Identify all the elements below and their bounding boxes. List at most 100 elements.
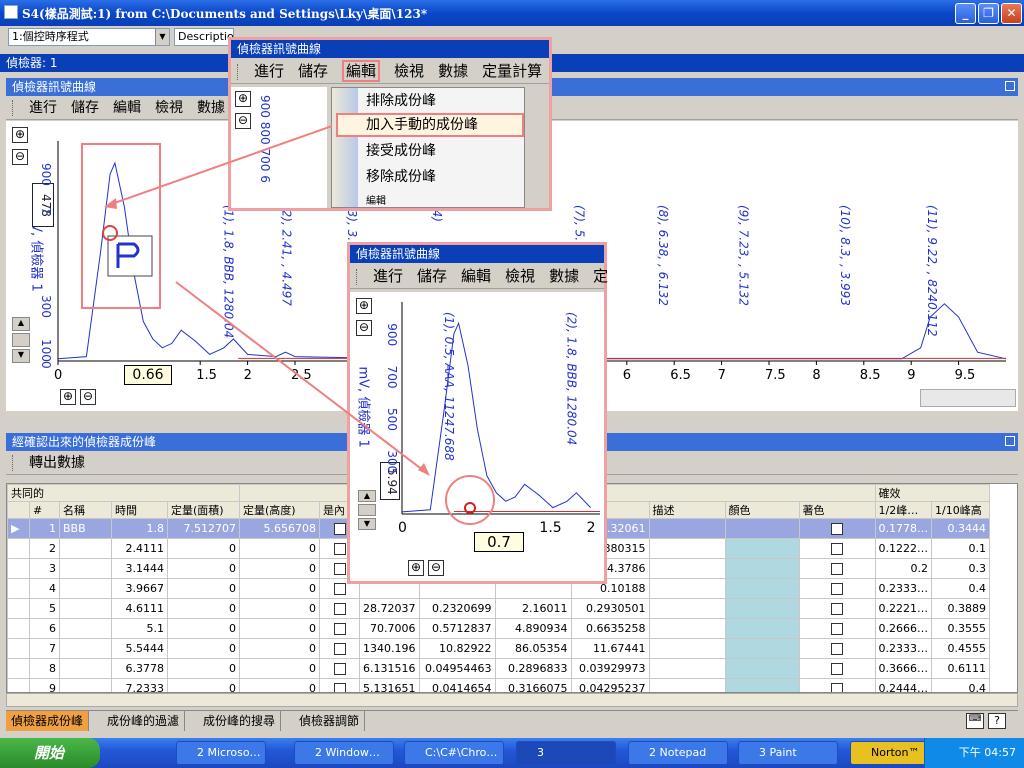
overlay1-menu-save[interactable]: 儲存 <box>298 62 328 80</box>
table-cell[interactable]: 0 <box>167 678 240 692</box>
colorize-checkbox[interactable] <box>831 543 843 555</box>
table-cell[interactable] <box>59 658 112 679</box>
table-cell[interactable]: 0.6635258 <box>570 618 650 639</box>
table-cell[interactable] <box>319 638 360 659</box>
overlay1-menu-quant[interactable]: 定量計算 <box>482 62 542 80</box>
table-cell[interactable]: 0.2896833 <box>494 658 572 679</box>
table-cell[interactable]: 4.6111 <box>111 598 168 619</box>
table-cell[interactable]: 0 <box>239 678 320 692</box>
table-cell[interactable]: 0.2 <box>874 558 932 579</box>
tab-peak-search[interactable]: 成份峰的搜尋 <box>198 711 282 731</box>
table-cell[interactable]: 0 <box>167 658 240 679</box>
table-cell[interactable]: 0 <box>167 638 240 659</box>
table-cell[interactable] <box>319 598 360 619</box>
internal-std-checkbox[interactable] <box>333 583 346 595</box>
table-cell[interactable] <box>319 618 360 639</box>
table-cell[interactable] <box>798 678 876 692</box>
internal-std-checkbox[interactable] <box>333 523 346 535</box>
internal-std-checkbox[interactable] <box>333 543 346 555</box>
table-cell[interactable]: 2 <box>29 538 60 559</box>
table-cell[interactable]: 2.4111 <box>111 538 168 559</box>
column-header[interactable]: 定量(高度) <box>239 501 320 519</box>
peaks-panel-maximize-icon[interactable] <box>1005 436 1015 446</box>
table-cell[interactable]: 0 <box>167 598 240 619</box>
table-cell[interactable]: 5 <box>29 598 60 619</box>
table-cell[interactable]: 86.05354 <box>494 638 572 659</box>
table-cell[interactable] <box>724 678 800 692</box>
table-cell[interactable] <box>648 598 726 619</box>
column-header[interactable]: 時間 <box>111 501 168 519</box>
table-cell[interactable] <box>724 558 800 579</box>
colorize-checkbox[interactable] <box>831 603 843 615</box>
colorize-checkbox[interactable] <box>831 583 843 595</box>
table-cell[interactable]: 6 <box>29 618 60 639</box>
overlay1-menu-run[interactable]: 進行 <box>254 62 284 80</box>
table-cell[interactable]: 1340.196 <box>359 638 420 659</box>
table-cell[interactable]: 7.2333 <box>111 678 168 692</box>
description-field[interactable]: Description <box>174 28 234 46</box>
menu-item-accept-peak[interactable]: 接受成份峰 <box>366 140 436 160</box>
internal-std-checkbox[interactable] <box>333 623 346 635</box>
table-cell[interactable]: 0.2930501 <box>570 598 650 619</box>
table-cell[interactable]: 0.3444 <box>931 518 990 539</box>
table-cell[interactable] <box>798 598 876 619</box>
app-icon[interactable] <box>4 5 18 19</box>
start-button[interactable]: 開始 <box>0 738 100 768</box>
table-cell[interactable] <box>724 518 800 539</box>
table-cell[interactable] <box>59 618 112 639</box>
table-cell[interactable] <box>798 518 876 539</box>
table-cell[interactable]: 0.1 <box>931 538 990 559</box>
table-cell[interactable] <box>59 598 112 619</box>
table-cell[interactable]: 0 <box>239 538 320 559</box>
table-cell[interactable]: 0 <box>239 558 320 579</box>
panel-maximize-icon[interactable] <box>1005 81 1015 91</box>
taskbar-button[interactable]: 2 Notepad <box>628 741 728 765</box>
table-cell[interactable]: 1.8 <box>111 518 168 539</box>
keyboard-icon[interactable]: ⌨ <box>966 713 984 729</box>
table-cell[interactable] <box>648 578 726 599</box>
menu-edit[interactable]: 編輯 <box>113 100 141 116</box>
table-cell[interactable]: 70.7006 <box>359 618 420 639</box>
colorize-checkbox[interactable] <box>831 643 843 655</box>
table-cell[interactable] <box>59 538 112 559</box>
table-cell[interactable]: 5.1 <box>111 618 168 639</box>
program-select[interactable]: 1:個控時序程式 ▼ <box>8 28 170 46</box>
table-cell[interactable]: 6.131516 <box>359 658 420 679</box>
table-cell[interactable]: 0 <box>239 618 320 639</box>
overlay1-zoom-in-icon[interactable]: ⊕ <box>235 91 251 107</box>
overlay2-plot[interactable]: ⊕ ⊖ mV, 偵檢器 1 5.94 0.7 ▲ ▼ ⊕ ⊖ 0 1.5 2 900 7… <box>350 292 604 581</box>
taskbar-button[interactable]: Norton™ <box>850 741 928 765</box>
column-header[interactable]: 1/10峰高 <box>931 501 990 519</box>
table-cell[interactable]: 3.9667 <box>111 578 168 599</box>
internal-std-checkbox[interactable] <box>333 663 346 675</box>
minimize-button[interactable]: _ <box>955 3 976 24</box>
table-cell[interactable] <box>648 558 726 579</box>
table-cell[interactable] <box>798 538 876 559</box>
table-cell[interactable]: 0.2333… <box>874 578 932 599</box>
table-cell[interactable]: 3.1444 <box>111 558 168 579</box>
tab-detector-peaks[interactable]: 偵檢器成份峰 <box>6 711 90 731</box>
table-cell[interactable]: 0.0414654 <box>418 678 496 692</box>
table-cell[interactable]: 0.6111 <box>931 658 990 679</box>
table-cell[interactable] <box>798 618 876 639</box>
table-row[interactable]: 6 5.1 0 0 70.7006 0.5712837 4.890934 0.6635258 0… <box>7 618 990 639</box>
grid-horizontal-scrollbar[interactable] <box>6 693 1018 707</box>
colorize-checkbox[interactable] <box>831 523 843 535</box>
table-cell[interactable]: 4.890934 <box>494 618 572 639</box>
table-cell[interactable]: 9 <box>29 678 60 692</box>
restore-button[interactable]: ❐ <box>978 3 999 24</box>
column-header[interactable]: 1/2峰… <box>874 501 932 519</box>
table-cell[interactable]: 0.3889 <box>931 598 990 619</box>
colorize-checkbox[interactable] <box>831 563 843 575</box>
table-row[interactable]: 8 6.3778 0 0 6.131516 0.04954463 0.2896833 0.03… <box>7 658 990 679</box>
taskbar-button[interactable]: C:\C#\Chro… <box>404 741 504 765</box>
chevron-down-icon[interactable]: ▼ <box>155 29 169 45</box>
colorize-checkbox[interactable] <box>831 663 843 675</box>
overlay2-menu-save[interactable]: 儲存 <box>417 267 447 285</box>
table-cell[interactable]: 0 <box>167 618 240 639</box>
table-cell[interactable]: 0.03929973 <box>570 658 650 679</box>
table-cell[interactable] <box>319 658 360 679</box>
menu-run[interactable]: 進行 <box>29 100 57 116</box>
table-cell[interactable]: 0.04954463 <box>418 658 496 679</box>
internal-std-checkbox[interactable] <box>333 683 346 692</box>
